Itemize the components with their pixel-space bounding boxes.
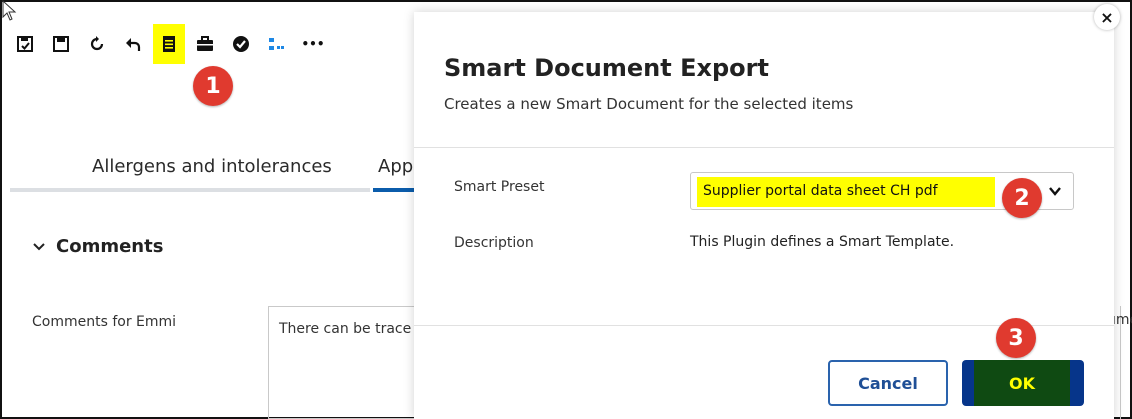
smart-preset-value: Supplier portal data sheet CH pdf (703, 183, 938, 199)
tab-underline (10, 188, 370, 192)
ok-button[interactable]: OK (962, 360, 1084, 406)
smart-document-icon[interactable] (153, 24, 185, 64)
step-marker-3: 3 (996, 318, 1036, 358)
comments-field-label: Comments for Emmi (32, 314, 177, 330)
tab-app[interactable]: App (378, 156, 413, 177)
dialog-subtitle: Creates a new Smart Document for the sel… (444, 95, 854, 113)
comments-textarea[interactable]: There can be trace (268, 306, 428, 419)
check-circle-icon[interactable] (230, 33, 252, 55)
mouse-cursor-icon (2, 0, 17, 21)
description-label: Description (454, 235, 534, 251)
step-marker-2: 2 (1002, 178, 1042, 218)
close-icon[interactable]: × (1094, 4, 1120, 30)
dialog-title: Smart Document Export (444, 54, 769, 82)
dialog-divider-top (414, 147, 1114, 148)
refresh-icon[interactable] (86, 33, 108, 55)
briefcase-icon[interactable] (194, 33, 216, 55)
chevron-down-icon (1049, 187, 1061, 196)
smart-document-export-dialog: Smart Document Export Creates a new Smar… (414, 12, 1114, 419)
description-value: This Plugin defines a Smart Template. (690, 234, 955, 250)
tab-bar: Allergens and intolerances App (10, 150, 433, 196)
save-icon[interactable] (50, 33, 72, 55)
cancel-button[interactable]: Cancel (828, 360, 948, 406)
step-marker-1: 1 (193, 66, 233, 106)
toolbar: ••• (14, 24, 338, 64)
more-icon[interactable]: ••• (302, 33, 325, 55)
save-check-icon[interactable] (14, 33, 36, 55)
comments-section-title: Comments (56, 236, 164, 257)
ok-button-label: OK (974, 360, 1070, 406)
tab-allergens[interactable]: Allergens and intolerances (92, 156, 332, 177)
right-text-fragment: ıme (1112, 312, 1132, 328)
smart-preset-label: Smart Preset (454, 179, 545, 195)
undo-icon[interactable] (122, 33, 144, 55)
chevron-down-icon (33, 242, 45, 250)
comments-section-header[interactable]: Comments (32, 236, 163, 257)
workflow-icon[interactable] (266, 33, 288, 55)
